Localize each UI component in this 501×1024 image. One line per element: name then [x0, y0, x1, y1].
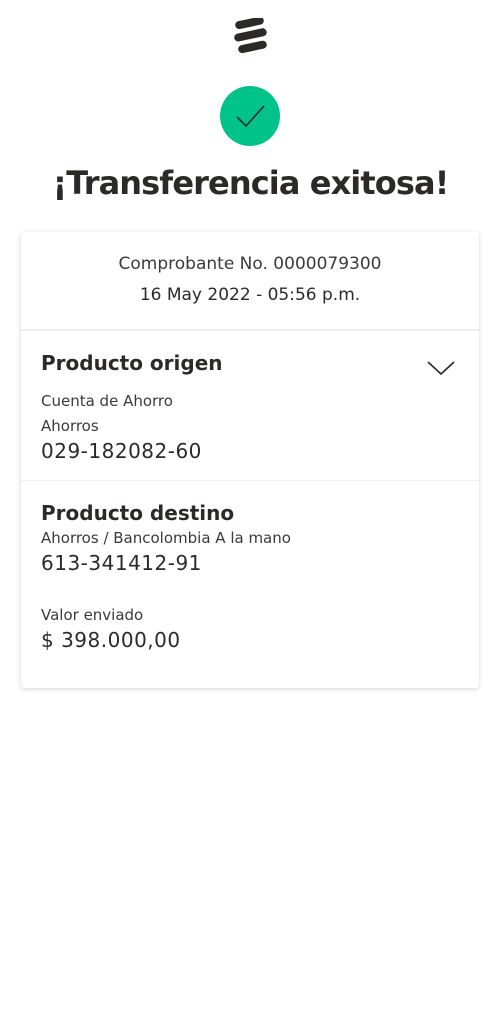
origin-account-number: 029-182082-60 [41, 439, 202, 463]
receipt-header: Comprobante No. 0000079300 16 May 2022 -… [21, 232, 479, 331]
origin-title: Producto origen [41, 351, 223, 375]
destination-account-number: 613-341412-91 [41, 551, 202, 575]
origin-account-name: Ahorros [41, 417, 99, 435]
bancolombia-logo-icon [231, 16, 271, 54]
receipt-date: 16 May 2022 - 05:56 p.m. [139, 285, 361, 305]
chevron-down-icon[interactable] [427, 359, 455, 377]
destination-account-name: Ahorros / Bancolombia A la mano [41, 529, 291, 547]
transfer-receipt-card: Comprobante No. 0000079300 16 May 2022 -… [21, 232, 479, 688]
page-title: ¡Transferencia exitosa! [52, 164, 450, 202]
origin-product-section: Producto origen Cuenta de Ahorro Ahorros… [21, 331, 479, 481]
amount-label: Valor enviado [41, 606, 144, 624]
destination-title: Producto destino [41, 501, 235, 525]
amount-value: $ 398.000,00 [41, 628, 181, 652]
destination-product-section: Producto destino Ahorros / Bancolombia A… [21, 481, 479, 688]
success-check-icon [220, 86, 280, 146]
origin-account-type: Cuenta de Ahorro [41, 392, 173, 410]
receipt-number: Comprobante No. 0000079300 [118, 254, 382, 274]
